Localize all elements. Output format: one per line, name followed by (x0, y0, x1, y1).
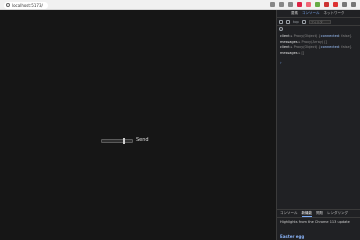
drawer-tab[interactable]: レンダリング (327, 211, 348, 216)
site-info-icon[interactable] (6, 3, 10, 7)
devtools-drawer: コンソール 新機能 問題 レンダリング Highlights from the Chr… (277, 209, 360, 240)
zoom-icon[interactable] (279, 2, 284, 7)
console-toolbar: top フィルタ (277, 18, 360, 26)
eye-icon[interactable] (301, 19, 306, 24)
url-text: localhost:5173/ (12, 2, 43, 8)
devtools-tab[interactable]: 要素 (291, 11, 298, 16)
address-bar[interactable]: localhost:5173/ (4, 1, 48, 9)
toolbar-icons (270, 2, 356, 7)
send-button[interactable]: Send (136, 137, 149, 143)
browser-top-bar: localhost:5173/ (0, 0, 360, 10)
extension-icon[interactable] (324, 2, 329, 7)
filter-input[interactable]: フィルタ (308, 19, 331, 24)
console-log-line[interactable]: messages ▸ [] (280, 51, 360, 57)
log-value-tail: : false} (339, 34, 352, 38)
console-log-list: client ▸ Proxy(Object) {connected: false… (280, 34, 360, 56)
profile-icon[interactable] (342, 2, 347, 7)
extension-icon[interactable] (297, 2, 302, 7)
gear-icon[interactable] (279, 27, 283, 31)
extension-icon[interactable] (315, 2, 320, 7)
log-value: ▸ Proxy(Array) [] (297, 39, 328, 44)
star-icon[interactable] (288, 2, 293, 7)
clear-console-icon[interactable] (286, 19, 290, 24)
devtools-tab[interactable]: ネットワーク (324, 11, 345, 16)
page-content: Send (0, 10, 276, 240)
context-selector[interactable]: top (293, 20, 299, 24)
log-variable-name: client (280, 45, 290, 49)
whats-new-headline: Highlights from the Chrome 113 update (280, 220, 350, 224)
range-slider[interactable] (101, 138, 133, 144)
extension-icon[interactable] (306, 2, 311, 7)
easter-egg-link[interactable]: Easter egg (277, 226, 360, 239)
log-value: ▸ Proxy(Object) { (289, 34, 321, 38)
log-value: ▸ [] (297, 50, 305, 55)
menu-icon[interactable] (351, 2, 356, 7)
devtools-tab[interactable]: コンソール (302, 11, 320, 16)
log-variable-name: client (280, 34, 290, 38)
log-variable-name: messages (280, 50, 298, 55)
range-slider-thumb[interactable] (123, 138, 125, 144)
drawer-tabs: コンソール 新機能 問題 レンダリング (277, 210, 360, 218)
sidebar-toggle-icon[interactable] (279, 19, 283, 24)
log-value: ▸ Proxy(Object) { (289, 45, 321, 49)
log-key: connected (320, 45, 339, 49)
log-key: connected (320, 34, 339, 38)
extension-icon[interactable] (333, 2, 338, 7)
drawer-tab[interactable]: 新機能 (301, 211, 312, 217)
drawer-tab[interactable]: コンソール (280, 211, 298, 216)
log-value-tail: : false} (339, 45, 352, 49)
console-prompt[interactable]: › (280, 60, 282, 65)
devtools-panel: 要素 コンソール ネットワーク top フィルタ client ▸ Proxy(Ob… (276, 10, 360, 240)
translate-icon[interactable] (270, 2, 275, 7)
log-variable-name: messages (280, 39, 298, 44)
devtools-tabs: 要素 コンソール ネットワーク (277, 10, 360, 18)
drawer-tab[interactable]: 問題 (316, 211, 323, 216)
